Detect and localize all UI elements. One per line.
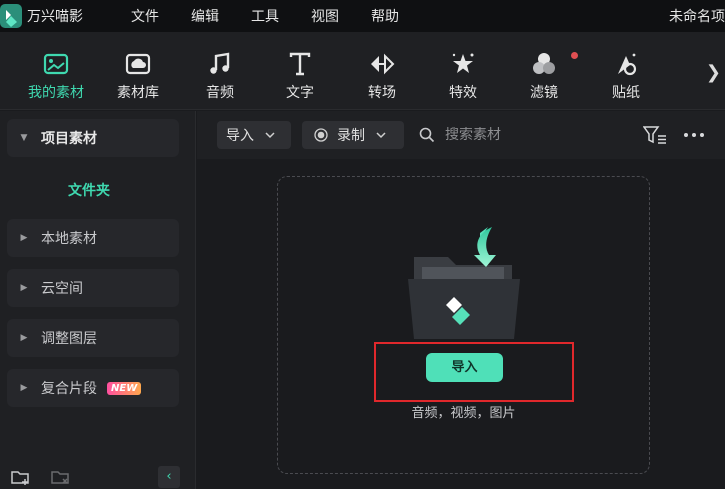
sidebar: ▼ 项目素材 文件夹 ▶ 本地素材 ▶ 云空间 ▶ 调整图层 ▶ 复合片段 NE… xyxy=(0,111,196,489)
import-hint: 音频，视频，图片 xyxy=(411,406,516,421)
sidebar-item-local-media[interactable]: ▶ 本地素材 xyxy=(7,219,179,257)
tab-transitions-label: 转场 xyxy=(368,85,396,101)
tab-my-media-label: 我的素材 xyxy=(28,85,84,101)
sidebar-item-cloud[interactable]: ▶ 云空间 xyxy=(7,269,179,307)
my-media-icon xyxy=(43,53,69,75)
chevron-down-icon xyxy=(376,132,386,139)
record-dropdown[interactable]: 录制 xyxy=(302,121,404,149)
import-dropdown[interactable]: 导入 xyxy=(217,121,291,149)
text-t-icon xyxy=(289,52,311,76)
sidebar-item-label: 项目素材 xyxy=(41,131,97,147)
toolbar-scroll-right-button[interactable]: ❯ xyxy=(706,62,721,83)
sidebar-item-project-media[interactable]: ▼ 项目素材 xyxy=(7,119,179,157)
caret-right-icon: ▶ xyxy=(20,283,28,293)
filters-notification-dot xyxy=(571,52,578,59)
tab-effects-label: 特效 xyxy=(449,85,477,101)
record-dropdown-label: 录制 xyxy=(337,128,365,144)
tab-media-library-label: 素材库 xyxy=(117,85,159,101)
app-logo-icon xyxy=(0,4,22,28)
import-button[interactable]: 导入 xyxy=(426,353,503,382)
media-panel: 导入 录制 搜索素材 导入 音频，视频，图片 xyxy=(197,111,725,489)
project-title: 未命名项 xyxy=(669,9,725,25)
new-folder-icon[interactable] xyxy=(10,467,30,487)
tab-filters[interactable]: 滤镜 xyxy=(514,50,574,102)
sidebar-item-compound-clip[interactable]: ▶ 复合片段 NEW xyxy=(7,369,179,407)
sidebar-item-folder[interactable]: 文件夹 xyxy=(0,180,178,200)
sidebar-item-label: 本地素材 xyxy=(41,231,97,247)
tab-media-library[interactable]: 素材库 xyxy=(108,50,168,102)
caret-right-icon: ▶ xyxy=(20,333,28,343)
tab-my-media[interactable]: 我的素材 xyxy=(26,50,86,102)
app-name: 万兴喵影 xyxy=(27,9,83,25)
filter-icon xyxy=(533,53,555,74)
media-library-icon xyxy=(125,53,151,75)
sidebar-item-label: 调整图层 xyxy=(41,331,97,347)
tab-text[interactable]: 文字 xyxy=(270,50,330,102)
effects-star-icon xyxy=(452,53,474,73)
collapse-sidebar-button[interactable]: ‹ xyxy=(158,466,180,488)
menu-bar: 万兴喵影 文件 编辑 工具 视图 帮助 未命名项 xyxy=(0,0,725,32)
caret-right-icon: ▶ xyxy=(20,233,28,243)
tab-audio[interactable]: 音频 xyxy=(190,50,250,102)
more-options-icon[interactable] xyxy=(683,125,705,145)
sticker-icon xyxy=(618,53,637,76)
search-input[interactable] xyxy=(445,127,595,143)
record-icon xyxy=(314,128,328,142)
search-box xyxy=(419,121,595,149)
menu-edit[interactable]: 编辑 xyxy=(191,6,219,26)
tab-text-label: 文字 xyxy=(286,85,314,101)
music-note-icon xyxy=(210,52,230,74)
caret-right-icon: ▶ xyxy=(20,383,28,393)
menu-file[interactable]: 文件 xyxy=(131,6,159,26)
tab-stickers[interactable]: 贴纸 xyxy=(596,50,656,102)
menu-help[interactable]: 帮助 xyxy=(371,6,399,26)
search-icon xyxy=(419,127,435,143)
filter-bar: 导入 录制 xyxy=(197,111,725,159)
menu-tools[interactable]: 工具 xyxy=(251,6,279,26)
sidebar-item-label: 云空间 xyxy=(41,281,83,297)
tab-audio-label: 音频 xyxy=(206,85,234,101)
tab-stickers-label: 贴纸 xyxy=(612,85,640,101)
sidebar-item-label: 复合片段 xyxy=(41,381,97,397)
tab-transitions[interactable]: 转场 xyxy=(352,50,412,102)
tab-effects[interactable]: 特效 xyxy=(433,50,493,102)
import-folder-icon xyxy=(408,227,520,339)
transition-icon xyxy=(371,53,395,75)
new-badge: NEW xyxy=(107,381,142,395)
menu-view[interactable]: 视图 xyxy=(311,6,339,26)
media-toolbar: 我的素材 素材库 音频 文字 转场 特效 滤镜 贴纸 ❯ xyxy=(0,32,725,110)
chevron-down-icon xyxy=(265,132,275,139)
filter-sort-icon[interactable] xyxy=(643,125,667,145)
tab-filters-label: 滤镜 xyxy=(530,85,558,101)
import-dropdown-label: 导入 xyxy=(226,128,254,144)
caret-down-icon: ▼ xyxy=(20,133,28,143)
sidebar-item-adjust-layer[interactable]: ▶ 调整图层 xyxy=(7,319,179,357)
delete-folder-icon[interactable] xyxy=(50,467,70,487)
import-drop-zone[interactable]: 导入 音频，视频，图片 xyxy=(277,176,650,474)
